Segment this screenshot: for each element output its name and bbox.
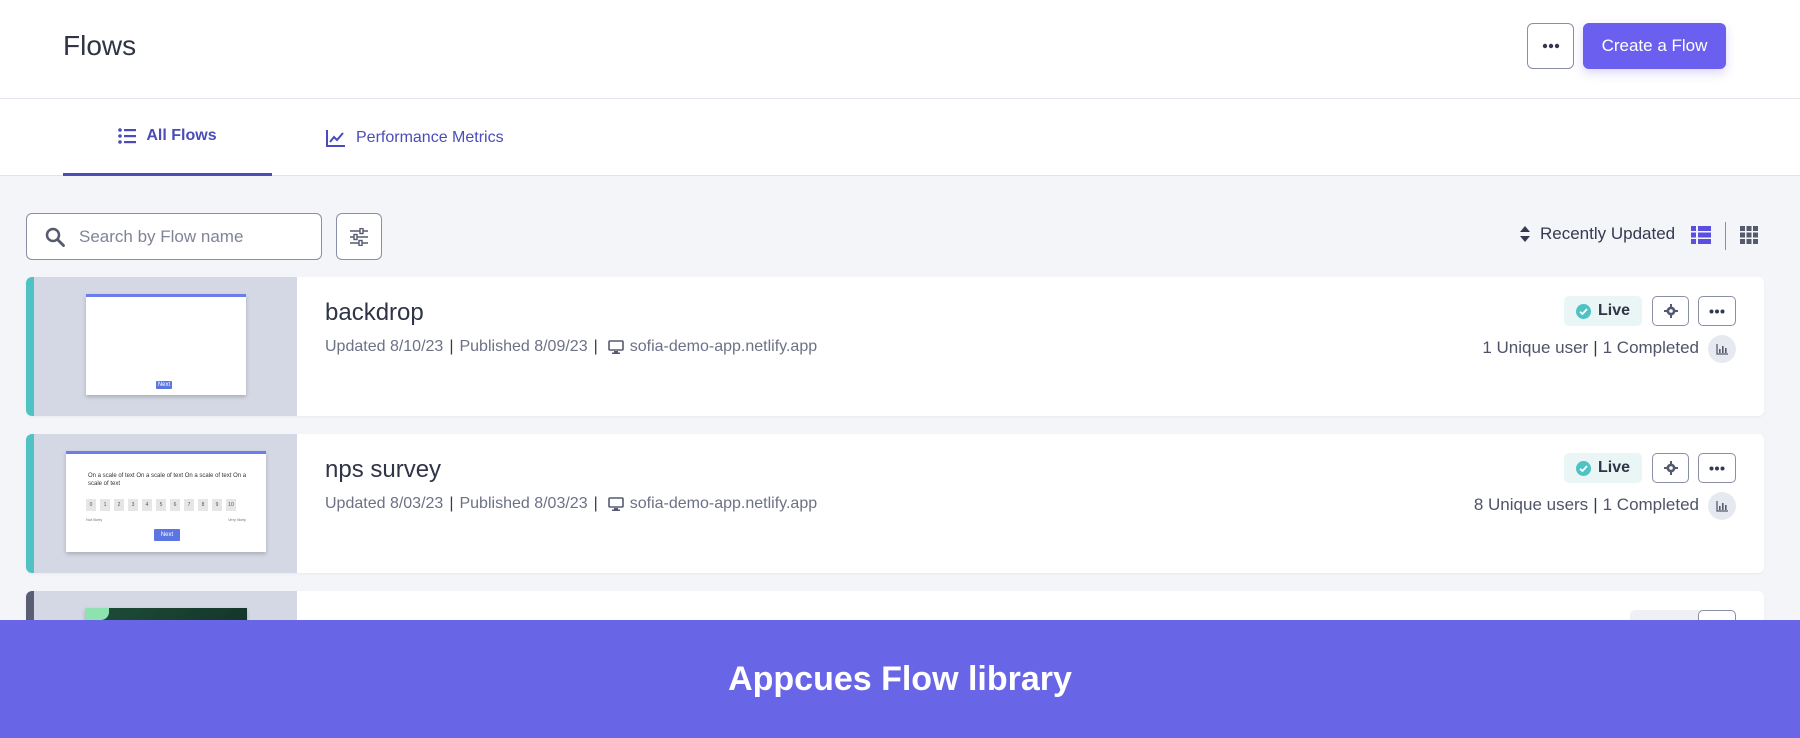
filter-button[interactable]: [336, 213, 382, 260]
scale-option: 6: [170, 499, 180, 511]
scale-option: 5: [156, 499, 166, 511]
flow-more-button[interactable]: [1698, 296, 1736, 326]
page-header: Flows Create a Flow: [0, 0, 1800, 99]
flow-name[interactable]: backdrop: [325, 299, 424, 327]
search-icon: [45, 227, 65, 247]
meta-separator: |: [593, 495, 598, 512]
scale-option: 8: [198, 499, 208, 511]
thumbnail-shape: [85, 608, 109, 620]
updated-date: Updated 8/03/23: [325, 495, 444, 512]
scale-option: 10: [226, 499, 236, 511]
scale-option: 3: [128, 499, 138, 511]
search-box: [26, 213, 322, 260]
sort-icon: [1520, 226, 1530, 242]
unique-users: 1 Unique user: [1482, 338, 1589, 357]
header-more-button[interactable]: [1527, 23, 1574, 69]
tab-performance-metrics[interactable]: Performance Metrics: [326, 99, 504, 176]
thumbnail-high-label: Very likely: [227, 517, 246, 522]
flow-settings-button[interactable]: [1652, 296, 1689, 326]
create-flow-button[interactable]: Create a Flow: [1583, 23, 1726, 69]
published-date: Published 8/09/23: [459, 338, 588, 355]
flow-analytics-button[interactable]: [1708, 492, 1736, 520]
flow-domain: sofia-demo-app.netlify.app: [629, 495, 818, 512]
sort-control[interactable]: Recently Updated: [1520, 224, 1675, 244]
status-badge: Live: [1564, 453, 1643, 483]
tab-all-flows-label: All Flows: [146, 127, 217, 144]
scale-option: 9: [212, 499, 222, 511]
check-circle-icon: [1576, 460, 1591, 476]
unique-users: 8 Unique users: [1473, 495, 1589, 514]
list-view-icon: [1691, 226, 1711, 244]
grid-view-toggle[interactable]: [1740, 226, 1758, 249]
thumbnail-next-button: Next: [156, 381, 172, 389]
thumbnail-next-button: Next: [154, 529, 180, 541]
tab-all-flows[interactable]: All Flows: [63, 99, 272, 176]
view-toggle-divider: [1725, 222, 1726, 250]
list-view-toggle[interactable]: [1691, 226, 1711, 249]
flow-more-button[interactable]: [1698, 453, 1736, 483]
flow-thumbnail[interactable]: On a scale of text On a scale of text On…: [34, 434, 297, 573]
sliders-icon: [350, 227, 368, 246]
thumbnail-modal: Next: [86, 294, 246, 395]
scale-option: 2: [114, 499, 124, 511]
stats-separator: |: [1593, 338, 1598, 357]
tab-performance-metrics-label: Performance Metrics: [356, 128, 504, 146]
line-chart-icon: [326, 129, 345, 147]
search-input[interactable]: [79, 226, 299, 247]
flow-card[interactable]: On a scale of text On a scale of text On…: [26, 434, 1764, 573]
bar-chart-icon: [1716, 500, 1728, 512]
monitor-icon: [607, 340, 624, 354]
published-date: Published 8/03/23: [459, 495, 588, 512]
updated-date: Updated 8/10/23: [325, 338, 444, 355]
completed-count: 1 Completed: [1602, 338, 1699, 357]
stats-separator: |: [1593, 495, 1598, 514]
flow-settings-button[interactable]: [1652, 453, 1689, 483]
status-accent-bar: [26, 277, 34, 416]
scale-option: 7: [184, 499, 194, 511]
scale-option: 4: [142, 499, 152, 511]
sort-label: Recently Updated: [1540, 224, 1676, 243]
monitor-icon: [607, 497, 624, 511]
flow-meta: Updated 8/03/23 | Published 8/03/23 | so…: [325, 495, 817, 513]
thumbnail-scale: 0 1 2 3 4 5 6 7 8 9 10: [86, 499, 236, 511]
page-title: Flows: [63, 30, 137, 61]
list-icon: [118, 128, 137, 144]
flow-stats: 8 Unique users | 1 Completed: [1474, 495, 1699, 515]
thumbnail-modal: On a scale of text On a scale of text On…: [66, 451, 266, 552]
meta-separator: |: [449, 495, 454, 512]
flow-analytics-button[interactable]: [1708, 335, 1736, 363]
scale-option: 1: [100, 499, 110, 511]
grid-view-icon: [1740, 226, 1758, 244]
ellipsis-icon: [1542, 43, 1559, 49]
ellipsis-icon: [1709, 466, 1725, 470]
gear-icon: [1663, 461, 1678, 475]
ellipsis-icon: [1709, 309, 1725, 313]
thumbnail-low-label: Not likely: [86, 517, 103, 522]
bar-chart-icon: [1716, 343, 1728, 355]
status-accent-bar: [26, 434, 34, 573]
flow-thumbnail[interactable]: Next: [34, 277, 297, 416]
completed-count: 1 Completed: [1602, 495, 1699, 514]
status-badge: Live: [1564, 296, 1643, 326]
flow-meta: Updated 8/10/23 | Published 8/09/23 | so…: [325, 338, 817, 356]
flow-stats: 1 Unique user | 1 Completed: [1482, 338, 1699, 358]
check-circle-icon: [1576, 303, 1591, 319]
caption-banner: Appcues Flow library: [0, 620, 1800, 738]
tab-bar: All Flows Performance Metrics: [0, 99, 1800, 176]
status-label: Live: [1598, 302, 1631, 319]
flow-name[interactable]: nps survey: [325, 456, 441, 484]
thumbnail-question: On a scale of text On a scale of text On…: [88, 473, 247, 487]
gear-icon: [1663, 304, 1678, 318]
meta-separator: |: [593, 338, 598, 355]
flow-card[interactable]: Next backdrop Updated 8/10/23 | Publishe…: [26, 277, 1764, 416]
status-label: Live: [1598, 459, 1631, 476]
flow-domain: sofia-demo-app.netlify.app: [629, 338, 818, 355]
scale-option: 0: [86, 499, 96, 511]
meta-separator: |: [449, 338, 454, 355]
